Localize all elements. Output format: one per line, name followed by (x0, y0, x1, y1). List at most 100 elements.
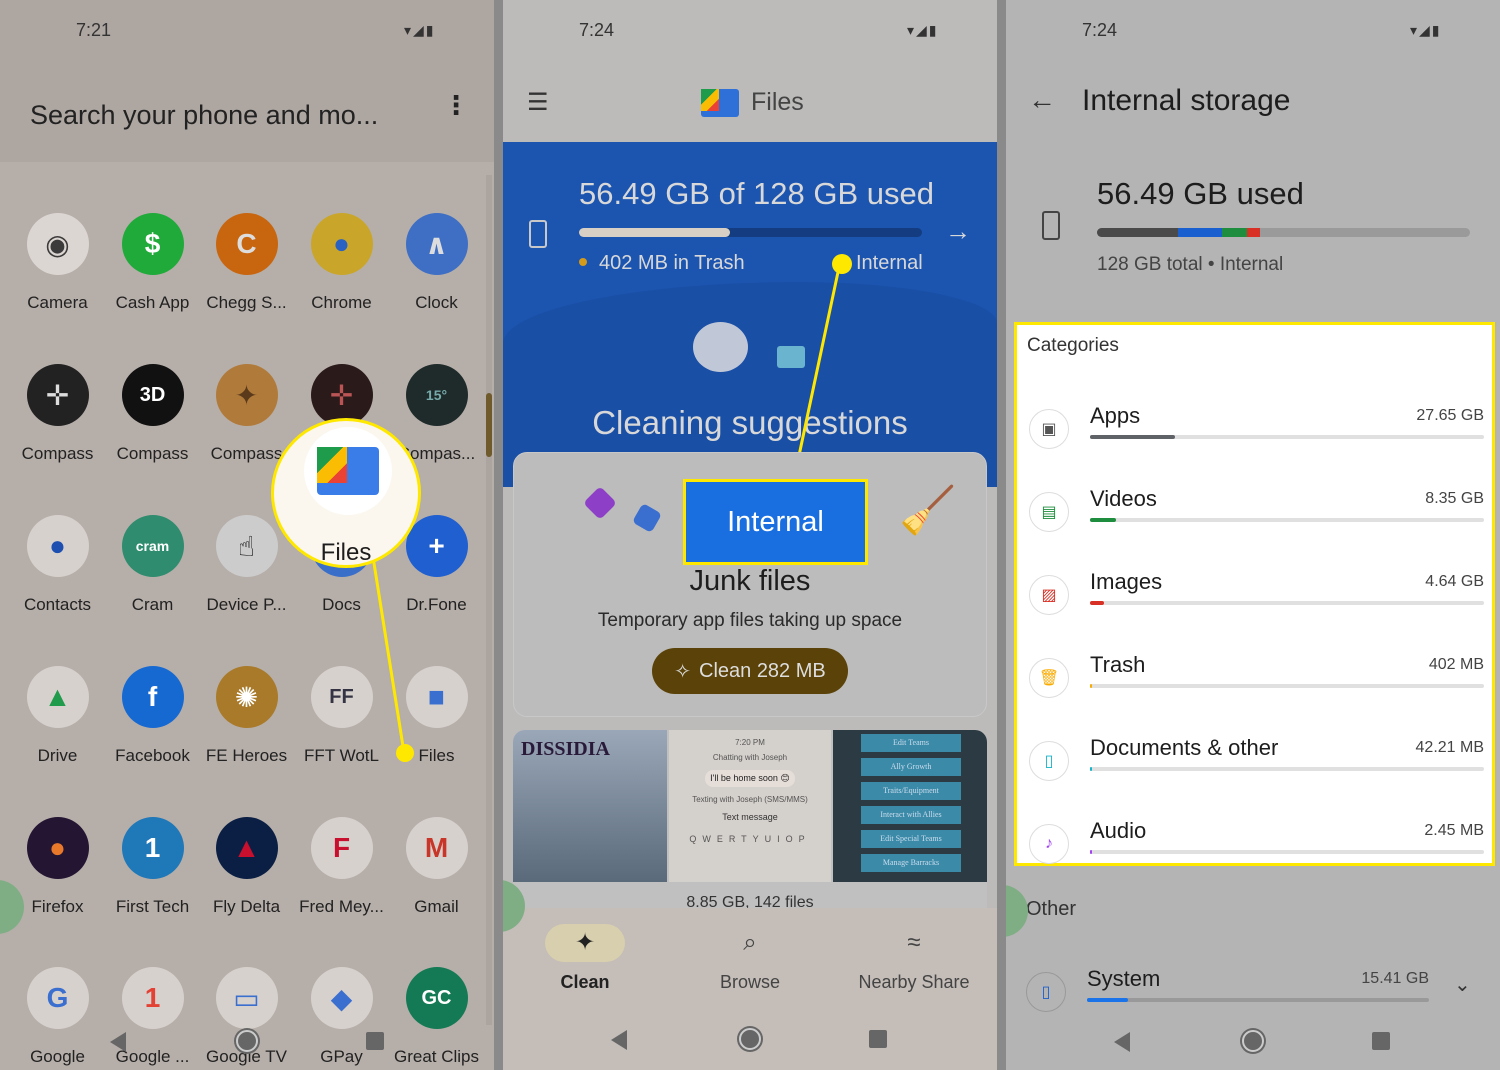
app-fft-wotl[interactable]: FF FFT WotL (294, 666, 389, 766)
contacts-icon: ● (26, 515, 89, 577)
category-bar (1090, 601, 1484, 605)
app-compass[interactable]: 3D Compass (105, 364, 200, 464)
app-firefox[interactable]: ● Firefox (10, 817, 105, 917)
volume-label: Internal (856, 252, 923, 274)
game-menu-item: Edit Teams (861, 734, 961, 752)
files-callout[interactable]: Files (271, 418, 421, 568)
app-label: Drive (37, 746, 78, 765)
app-fe-heroes[interactable]: ✺ FE Heroes (199, 666, 294, 766)
category-size: 27.65 GB (1416, 407, 1484, 424)
chevron-down-icon[interactable]: ⌄ (1454, 972, 1471, 997)
tab-label: Clean (560, 972, 610, 992)
app-label: Cram (131, 595, 174, 614)
compass-rose-icon: ✦ (215, 364, 278, 426)
home-button[interactable] (1242, 1030, 1264, 1052)
app-contacts[interactable]: ● Contacts (10, 515, 105, 615)
category-images[interactable]: ▨ Images 4.64 GB (1029, 569, 1484, 639)
document-icon: ▯ (1029, 741, 1069, 781)
storage-used: 56.49 GB used (1097, 176, 1304, 211)
recents-button[interactable] (1372, 1032, 1390, 1050)
delta-icon: ▲ (215, 817, 278, 879)
status-icons: ▾◢▮ (907, 22, 939, 38)
app-chrome[interactable]: ● Chrome (294, 213, 389, 313)
home-button[interactable] (739, 1028, 761, 1050)
app-first-tech[interactable]: 1 First Tech (105, 817, 200, 917)
chegg-icon: C (215, 213, 278, 275)
app-label: Docs (322, 595, 361, 614)
clean-button[interactable]: ✧ Clean 282 MB (652, 648, 848, 694)
thumbnail-dissidia[interactable]: DISSIDIA (513, 730, 667, 882)
app-label: Camera (27, 293, 88, 312)
app-gmail[interactable]: M Gmail (389, 817, 484, 917)
files-logo-icon (701, 89, 739, 117)
tab-label: Browse (719, 972, 781, 992)
category-documents-other[interactable]: ▯ Documents & other 42.21 MB (1029, 735, 1484, 805)
app-clock[interactable]: ∧ Clock (389, 213, 484, 313)
app-camera[interactable]: ◉ Camera (10, 213, 105, 313)
usage-segment (1246, 228, 1260, 237)
app-label: Dr.Fone (406, 595, 467, 614)
tab-clean[interactable]: ✦ Clean (505, 924, 665, 993)
app-label: First Tech (115, 897, 190, 916)
compass-icon: ✛ (26, 364, 89, 426)
app-compass[interactable]: ✛ Compass (10, 364, 105, 464)
category-name: Videos (1090, 486, 1157, 511)
search-input[interactable]: Search your phone and mo... (30, 100, 378, 131)
category-apps[interactable]: ▣ Apps 27.65 GB (1029, 403, 1484, 473)
firefox-icon: ● (26, 817, 89, 879)
menu-icon[interactable]: ☰ (527, 88, 549, 117)
fred-meyer-icon: F (310, 817, 373, 879)
tab-nearby-share[interactable]: ≈ Nearby Share (834, 924, 994, 993)
phone-icon (529, 220, 547, 248)
app-facebook[interactable]: f Facebook (105, 666, 200, 766)
device-icon: ☝ (215, 515, 278, 577)
thumbnail-messages[interactable]: 7:20 PM Chatting with Joseph I'll be hom… (669, 730, 831, 882)
category-bar (1090, 684, 1484, 688)
back-button[interactable] (110, 1032, 126, 1052)
cash-app-icon: $ (121, 213, 184, 275)
app-title: Files (751, 88, 804, 116)
category-name: System (1087, 966, 1161, 991)
more-options-icon[interactable]: ⋮ (443, 92, 469, 118)
app-drive[interactable]: ▲ Drive (10, 666, 105, 766)
other-heading: Other (1026, 898, 1077, 920)
recents-button[interactable] (366, 1032, 384, 1050)
callout-dot (396, 744, 414, 762)
storage-summary[interactable]: 56.49 GB of 128 GB used → 402 MB in Tras… (503, 142, 997, 487)
chrome-icon: ● (310, 213, 373, 275)
floating-bubble[interactable] (1006, 885, 1028, 937)
category-audio[interactable]: ♪ Audio 2.45 MB (1029, 818, 1484, 888)
sparkle-icon: ✧ (674, 660, 691, 683)
back-button[interactable] (611, 1030, 627, 1050)
app-chegg-s-[interactable]: C Chegg S... (199, 213, 294, 313)
back-button[interactable] (1114, 1032, 1130, 1052)
category-bar (1090, 435, 1484, 439)
back-arrow-icon[interactable]: ← (1028, 84, 1056, 116)
app-compass[interactable]: ✦ Compass (199, 364, 294, 464)
app-fly-delta[interactable]: ▲ Fly Delta (199, 817, 294, 917)
home-button[interactable] (236, 1030, 258, 1052)
broom-icon: 🧹 (899, 484, 957, 536)
game-menu-item: Edit Special Teams (861, 830, 961, 848)
recents-button[interactable] (869, 1030, 887, 1048)
app-fred-mey-[interactable]: F Fred Mey... (294, 817, 389, 917)
app-cram[interactable]: cram Cram (105, 515, 200, 615)
category-videos[interactable]: ▤ Videos 8.35 GB (1029, 486, 1484, 556)
bucket-illustration (777, 346, 805, 368)
app-cash-app[interactable]: $ Cash App (105, 213, 200, 313)
category-trash[interactable]: 🗑 Trash 402 MB (1029, 652, 1484, 722)
thumbnail-game-menu[interactable]: Edit Teams Ally Growth Traits/Equipment Int… (833, 730, 987, 882)
music-note-icon: ♪ (1029, 824, 1069, 864)
arrow-right-icon[interactable]: → (945, 216, 971, 247)
game-menu-item: Interact with Allies (861, 806, 961, 824)
category-size: 15.41 GB (1361, 970, 1429, 987)
bottom-navigation: ✦ Clean ⌕ Browse ≈ Nearby Share (503, 908, 997, 1070)
status-time: 7:24 (1082, 20, 1118, 40)
media-card[interactable]: DISSIDIA 7:20 PM Chatting with Joseph I'… (513, 730, 987, 910)
scrollbar[interactable] (486, 175, 492, 1025)
gmail-icon: M (405, 817, 468, 879)
tab-browse[interactable]: ⌕ Browse (670, 924, 830, 993)
app-label: Cash App (115, 293, 190, 312)
categories-heading: Categories (1027, 335, 1119, 356)
files-icon (304, 427, 392, 515)
